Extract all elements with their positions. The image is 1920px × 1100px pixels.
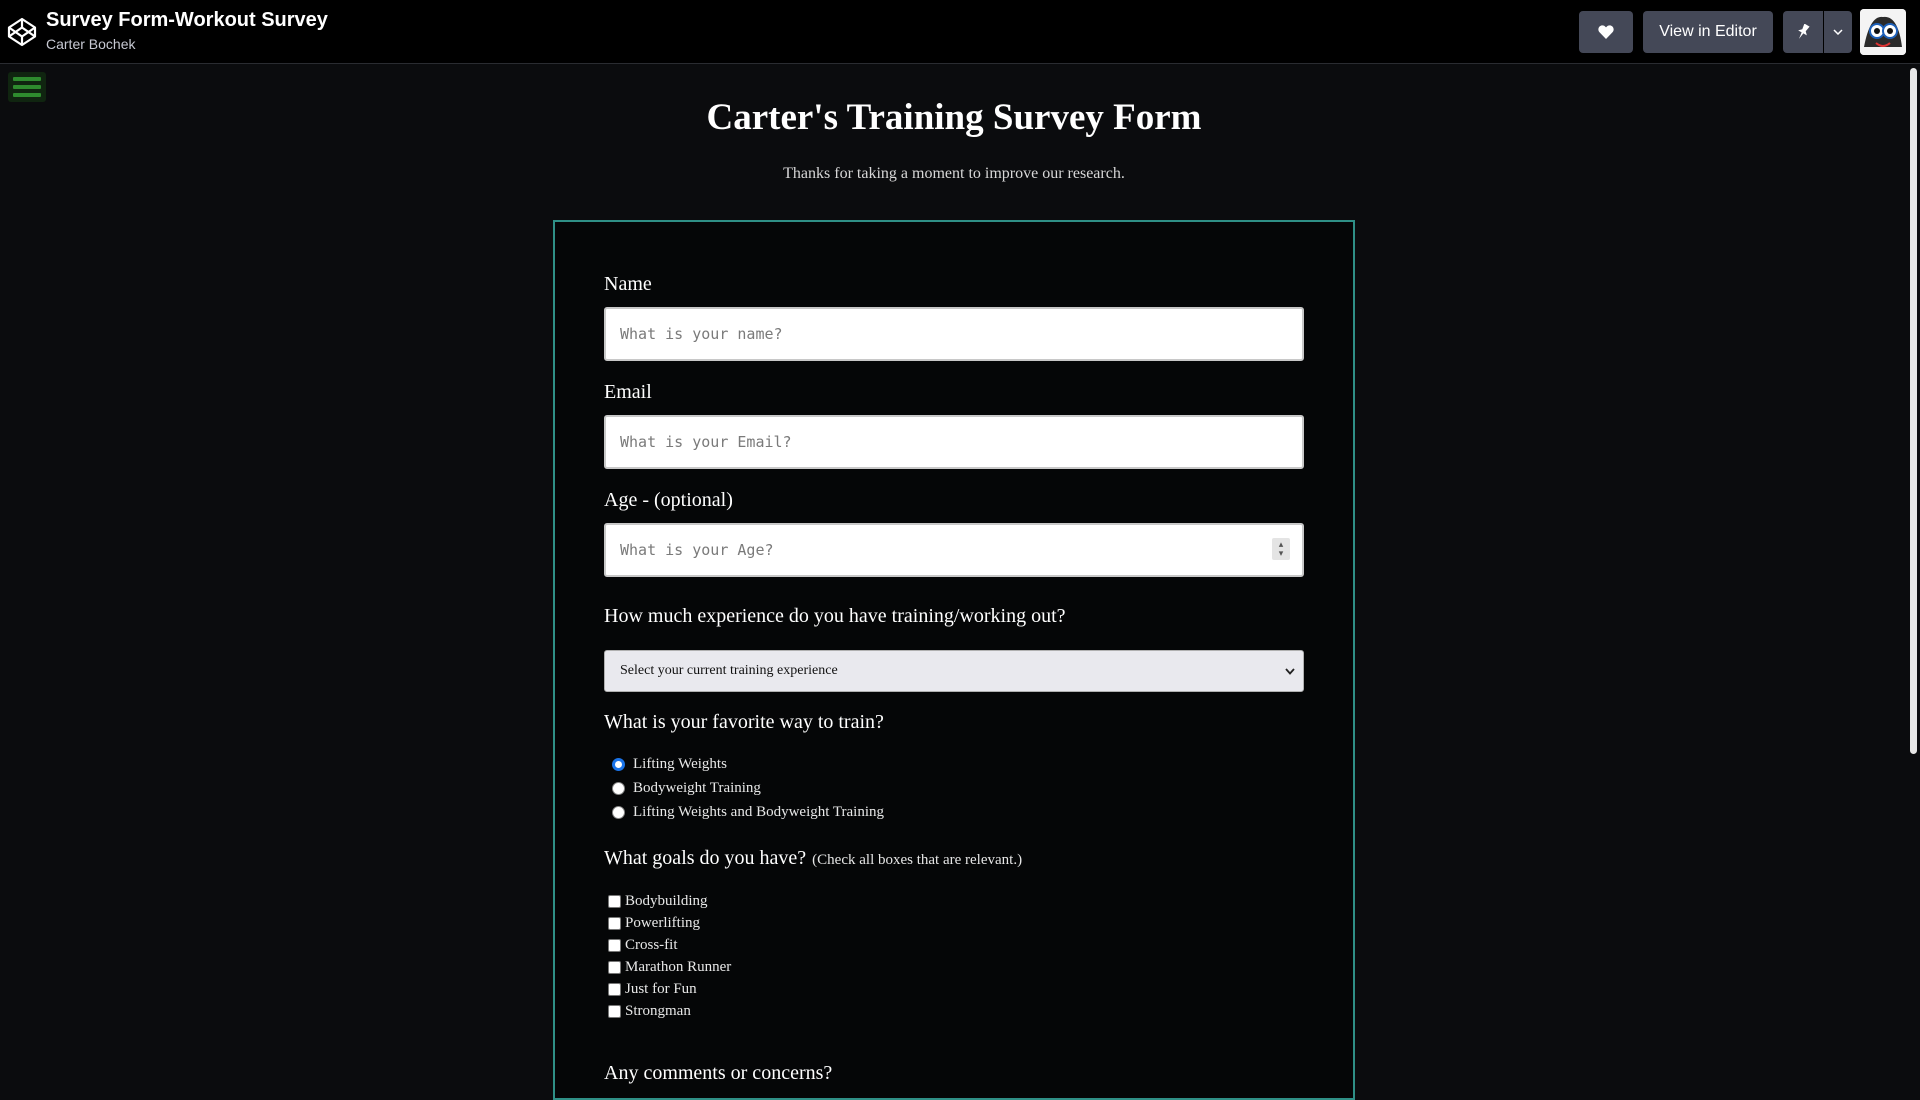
age-field: ▴▾	[555, 523, 1355, 577]
checkbox-option[interactable]: Bodybuilding	[608, 893, 708, 910]
chevron-down-icon	[1285, 668, 1295, 675]
radio-button[interactable]	[612, 782, 625, 795]
checkbox-label: Cross-fit	[625, 937, 678, 953]
pin-options-button[interactable]	[1824, 11, 1852, 53]
checkbox-option[interactable]: Cross-fit	[608, 937, 678, 954]
checkbox-label: Strongman	[625, 1003, 691, 1019]
name-input[interactable]	[604, 307, 1304, 361]
checkbox-option[interactable]: Just for Fun	[608, 981, 697, 998]
goals-label: What goals do you have? (Check all boxes …	[604, 847, 1022, 870]
checkbox-label: Marathon Runner	[625, 959, 732, 975]
favorite-label: What is your favorite way to train?	[604, 711, 884, 733]
like-button[interactable]	[1579, 11, 1633, 53]
avatar-image	[1860, 9, 1906, 55]
pin-icon	[1798, 24, 1810, 39]
radio-option[interactable]: Lifting Weights	[612, 756, 727, 773]
checkbox[interactable]	[608, 1005, 621, 1018]
chevron-down-icon	[1833, 29, 1843, 35]
experience-label: How much experience do you have training…	[604, 605, 1066, 627]
checkbox-option[interactable]: Marathon Runner	[608, 959, 731, 976]
pen-title: Survey Form-Workout Survey	[46, 9, 328, 31]
checkbox[interactable]	[608, 939, 621, 952]
checkbox-label: Bodybuilding	[625, 893, 708, 909]
checkbox[interactable]	[608, 983, 621, 996]
radio-button[interactable]	[612, 806, 625, 819]
radio-label: Lifting Weights	[633, 756, 727, 772]
checkbox-option[interactable]: Strongman	[608, 1003, 691, 1020]
number-spinner-icon[interactable]: ▴ ▾	[1272, 538, 1290, 560]
heart-icon	[1598, 25, 1614, 39]
survey-form: Name Email Age - (optional) ▴▾ How much …	[553, 220, 1355, 1100]
scrollbar-thumb[interactable]	[1910, 68, 1917, 754]
goals-hint: (Check all boxes that are relevant.)	[812, 852, 1023, 868]
name-label: Name	[604, 273, 652, 295]
comments-label: Any comments or concerns?	[604, 1062, 833, 1084]
goals-label-text: What goals do you have?	[604, 847, 807, 869]
experience-select[interactable]: Select your current training experience	[604, 650, 1304, 692]
checkbox[interactable]	[608, 917, 621, 930]
top-bar: Survey Form-Workout Survey Carter Bochek…	[0, 0, 1920, 64]
pen-author[interactable]: Carter Bochek	[46, 36, 135, 52]
experience-select-value: Select your current training experience	[620, 663, 838, 678]
page-description: Thanks for taking a moment to improve ou…	[783, 165, 1125, 182]
checkbox[interactable]	[608, 961, 621, 974]
scrollbar[interactable]	[1908, 64, 1920, 1080]
radio-label: Bodyweight Training	[633, 780, 761, 796]
checkbox-label: Just for Fun	[625, 981, 697, 997]
page-title: Carter's Training Survey Form	[706, 97, 1202, 138]
email-label: Email	[604, 381, 652, 403]
checkbox[interactable]	[608, 895, 621, 908]
radio-button-selected[interactable]	[612, 758, 625, 771]
pin-button[interactable]	[1783, 11, 1823, 53]
radio-label: Lifting Weights and Bodyweight Training	[633, 804, 885, 820]
age-label: Age - (optional)	[604, 489, 733, 511]
radio-option[interactable]: Lifting Weights and Bodyweight Training	[612, 804, 884, 821]
codepen-logo-icon[interactable]	[6, 16, 38, 48]
avatar[interactable]	[1860, 9, 1906, 55]
view-in-editor-button[interactable]: View in Editor	[1643, 11, 1773, 53]
radio-option[interactable]: Bodyweight Training	[612, 780, 761, 797]
age-input[interactable]	[604, 523, 1304, 577]
checkbox-label: Powerlifting	[625, 915, 700, 931]
email-input[interactable]	[604, 415, 1304, 469]
checkbox-option[interactable]: Powerlifting	[608, 915, 700, 932]
